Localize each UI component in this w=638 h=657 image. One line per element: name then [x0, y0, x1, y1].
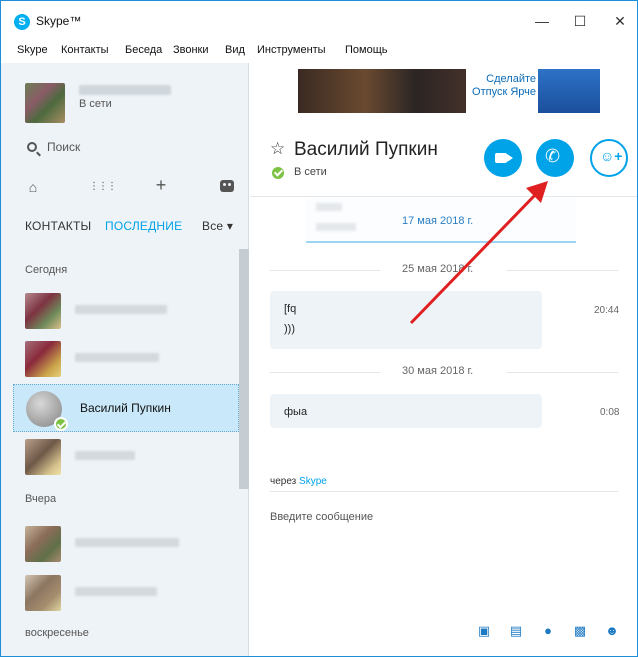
window-title: Skype™	[36, 14, 82, 28]
conversation-status: В сети	[294, 166, 327, 178]
video-camera-icon	[495, 153, 513, 163]
contact-name-blurred	[75, 353, 159, 362]
bot-icon[interactable]	[217, 179, 237, 195]
section-sunday: воскресенье	[25, 627, 89, 639]
section-yesterday: Вчера	[25, 493, 57, 505]
message-text: фыа	[284, 406, 308, 418]
contact-name: Василий Пупкин	[80, 401, 171, 415]
ad-banner-image[interactable]	[298, 69, 466, 113]
date-label: 30 мая 2018 г.	[402, 365, 474, 377]
message-text: [fq	[284, 303, 297, 315]
menu-skype[interactable]: Skype	[17, 44, 48, 56]
contact-item[interactable]	[13, 335, 239, 383]
video-call-button[interactable]	[484, 139, 522, 177]
profile-status[interactable]: В сети	[79, 98, 112, 110]
plus-icon[interactable]: +	[151, 175, 171, 196]
tab-recent[interactable]: ПОСЛЕДНИЕ	[105, 219, 182, 233]
message-time: 0:08	[600, 407, 620, 418]
compose-divider	[270, 491, 618, 492]
menu-help[interactable]: Помощь	[345, 44, 388, 56]
header-divider	[250, 196, 637, 197]
voice-call-button[interactable]: ✆	[536, 139, 574, 177]
via-service[interactable]: Skype	[299, 476, 327, 487]
maximize-button[interactable]: ☐	[565, 9, 595, 33]
menu-calls[interactable]: Звонки	[173, 44, 209, 56]
sidebar: В сети Поиск ⌂ ⋮⋮⋮ + КОНТАКТЫ ПОСЛЕДНИЕ …	[1, 63, 249, 656]
sidebar-scrollbar[interactable]	[239, 249, 249, 489]
contact-name-blurred	[75, 305, 167, 314]
contact-avatar	[25, 526, 61, 562]
add-participant-button[interactable]: ☺+	[590, 139, 628, 177]
message-text: )))	[284, 323, 295, 335]
skype-window: S Skype™ — ☐ ✕ Skype Контакты Беседа Зво…	[0, 0, 638, 657]
prev-message-blurred	[316, 223, 356, 231]
ad-banner-logo[interactable]	[538, 69, 600, 113]
profile-avatar[interactable]	[25, 83, 65, 123]
close-button[interactable]: ✕	[605, 9, 635, 33]
filter-label: Все	[202, 219, 224, 233]
contact-item[interactable]	[13, 433, 239, 481]
ad-banner-text[interactable]: Сделайте Отпуск Ярче	[458, 73, 536, 99]
dialpad-icon[interactable]: ⋮⋮⋮	[89, 181, 117, 192]
file-icon[interactable]: ▤	[508, 623, 524, 639]
conversation-title: Василий Пупкин	[294, 139, 438, 160]
message-time: 20:44	[594, 305, 620, 316]
contact-card-icon[interactable]: ▩	[572, 623, 588, 639]
video-message-icon[interactable]: ●	[540, 623, 556, 639]
date-separator: 30 мая 2018 г.	[250, 365, 637, 379]
contact-item[interactable]	[13, 287, 239, 335]
contact-avatar	[25, 341, 61, 377]
online-status-icon	[54, 417, 68, 431]
contact-item-selected[interactable]: Василий Пупкин	[13, 384, 239, 432]
message-input[interactable]: Введите сообщение	[270, 511, 373, 523]
compose-toolbar: ▣ ▤ ● ▩ ☻	[250, 623, 637, 643]
phone-icon: ✆	[545, 146, 561, 166]
conversation-panel: Сделайте Отпуск Ярче ☆ Василий Пупкин В …	[250, 63, 637, 656]
contact-avatar	[25, 293, 61, 329]
online-status-icon	[272, 167, 284, 179]
prev-message-blurred	[316, 203, 342, 211]
via-prefix: через	[270, 476, 297, 487]
title-bar: S Skype™ — ☐ ✕	[1, 1, 637, 39]
contact-name-blurred	[75, 451, 135, 460]
contact-item[interactable]	[13, 520, 239, 568]
date-label: 17 мая 2018 г.	[402, 215, 474, 227]
date-label: 25 мая 2018 г.	[402, 263, 474, 275]
skype-logo-icon: S	[14, 14, 30, 30]
search-icon	[27, 142, 37, 152]
search-box[interactable]: Поиск	[27, 140, 80, 154]
tab-contacts[interactable]: КОНТАКТЫ	[25, 219, 91, 233]
date-separator: 25 мая 2018 г.	[250, 263, 637, 277]
media-icon[interactable]: ▣	[476, 623, 492, 639]
menu-tools[interactable]: Инструменты	[257, 44, 326, 56]
contact-avatar	[25, 439, 61, 475]
menu-conversation[interactable]: Беседа	[125, 44, 162, 56]
via-label: через Skype	[270, 476, 327, 487]
favorite-star-icon[interactable]: ☆	[270, 139, 285, 159]
contact-avatar	[25, 575, 61, 611]
home-icon[interactable]: ⌂	[23, 179, 43, 195]
search-label: Поиск	[47, 140, 81, 154]
filter-dropdown[interactable]: Все ▾	[202, 219, 233, 233]
minimize-button[interactable]: —	[527, 9, 557, 33]
section-today: Сегодня	[25, 264, 68, 276]
contact-item[interactable]	[13, 569, 239, 617]
message-bubble[interactable]: фыа	[270, 394, 542, 428]
message-bubble[interactable]: [fq )))	[270, 291, 542, 349]
menu-contacts[interactable]: Контакты	[61, 44, 109, 56]
previous-message: 17 мая 2018 г.	[306, 199, 576, 243]
contact-name-blurred	[75, 538, 179, 547]
chevron-down-icon: ▾	[226, 219, 234, 233]
emoticon-icon[interactable]: ☻	[604, 623, 620, 639]
contact-name-blurred	[75, 587, 157, 596]
menu-view[interactable]: Вид	[225, 44, 245, 56]
add-person-icon: ☺+	[600, 148, 623, 164]
profile-name-blurred	[79, 85, 171, 95]
